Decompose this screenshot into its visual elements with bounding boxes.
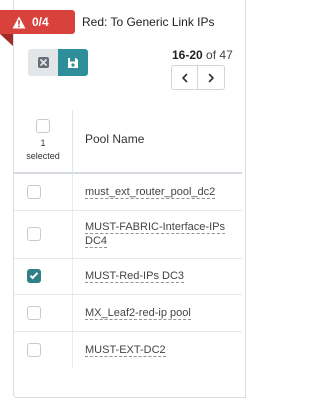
table-row: MUST-FABRIC-Interface-IPs DC4 bbox=[14, 210, 242, 259]
row-checkbox[interactable] bbox=[27, 305, 41, 320]
table-row: MUST-EXT-DC2 bbox=[14, 331, 242, 368]
pool-name[interactable]: must_ext_router_pool_dc2 bbox=[85, 185, 216, 199]
table-row: MUST-Red-IPs DC3 bbox=[14, 258, 242, 295]
error-count-badge: 0/4 bbox=[0, 10, 75, 34]
selected-text: selected bbox=[26, 151, 60, 161]
warning-icon bbox=[12, 16, 26, 29]
next-page-button[interactable] bbox=[198, 65, 225, 90]
select-all-column: 1 selected bbox=[14, 110, 73, 172]
table-row: MX_Leaf2-red-ip pool bbox=[14, 295, 242, 332]
error-count: 0/4 bbox=[32, 15, 49, 29]
page-range: 16-20 of 47 bbox=[172, 48, 233, 62]
page-range-total: 47 bbox=[219, 48, 233, 62]
select-cell bbox=[14, 295, 73, 331]
pager bbox=[171, 65, 225, 90]
selected-count: 1 bbox=[40, 138, 46, 148]
previous-page-button[interactable] bbox=[171, 65, 198, 90]
page-range-value: 16-20 bbox=[172, 48, 203, 62]
pool-name[interactable]: MUST-Red-IPs DC3 bbox=[85, 270, 185, 284]
clear-button[interactable] bbox=[28, 49, 58, 76]
select-all-checkbox[interactable] bbox=[36, 119, 50, 133]
pool-name-column-header[interactable]: Pool Name bbox=[85, 132, 144, 146]
row-checkbox[interactable] bbox=[27, 227, 41, 241]
close-square-icon bbox=[37, 57, 49, 68]
pool-name[interactable]: MUST-FABRIC-Interface-IPs DC4 bbox=[85, 221, 225, 248]
select-cell bbox=[14, 210, 73, 258]
chevron-right-icon bbox=[208, 73, 214, 82]
selected-count-label: 1 selected bbox=[14, 137, 72, 163]
select-cell bbox=[14, 174, 73, 210]
panel-header: 0/4 Red: To Generic Link IPs bbox=[0, 10, 246, 46]
table-row: must_ext_router_pool_dc2 bbox=[14, 174, 242, 211]
select-cell bbox=[14, 331, 73, 368]
table-header: 1 selected Pool Name bbox=[14, 110, 242, 174]
panel-title: Red: To Generic Link IPs bbox=[82, 15, 215, 29]
pool-name[interactable]: MUST-EXT-DC2 bbox=[85, 343, 166, 357]
checkmark-icon bbox=[29, 271, 39, 280]
row-checkbox[interactable] bbox=[27, 184, 41, 199]
select-cell bbox=[14, 258, 73, 294]
pool-table: 1 selected Pool Name must_ext_router_poo… bbox=[14, 110, 242, 368]
chevron-left-icon bbox=[181, 73, 187, 82]
pool-name[interactable]: MX_Leaf2-red-ip pool bbox=[85, 306, 191, 320]
floppy-disk-icon bbox=[68, 57, 78, 68]
row-checkbox-checked[interactable] bbox=[27, 269, 41, 284]
save-button[interactable] bbox=[58, 49, 88, 76]
page-range-of: of bbox=[206, 48, 217, 62]
badge-fold bbox=[0, 34, 13, 46]
row-checkbox[interactable] bbox=[27, 342, 41, 357]
